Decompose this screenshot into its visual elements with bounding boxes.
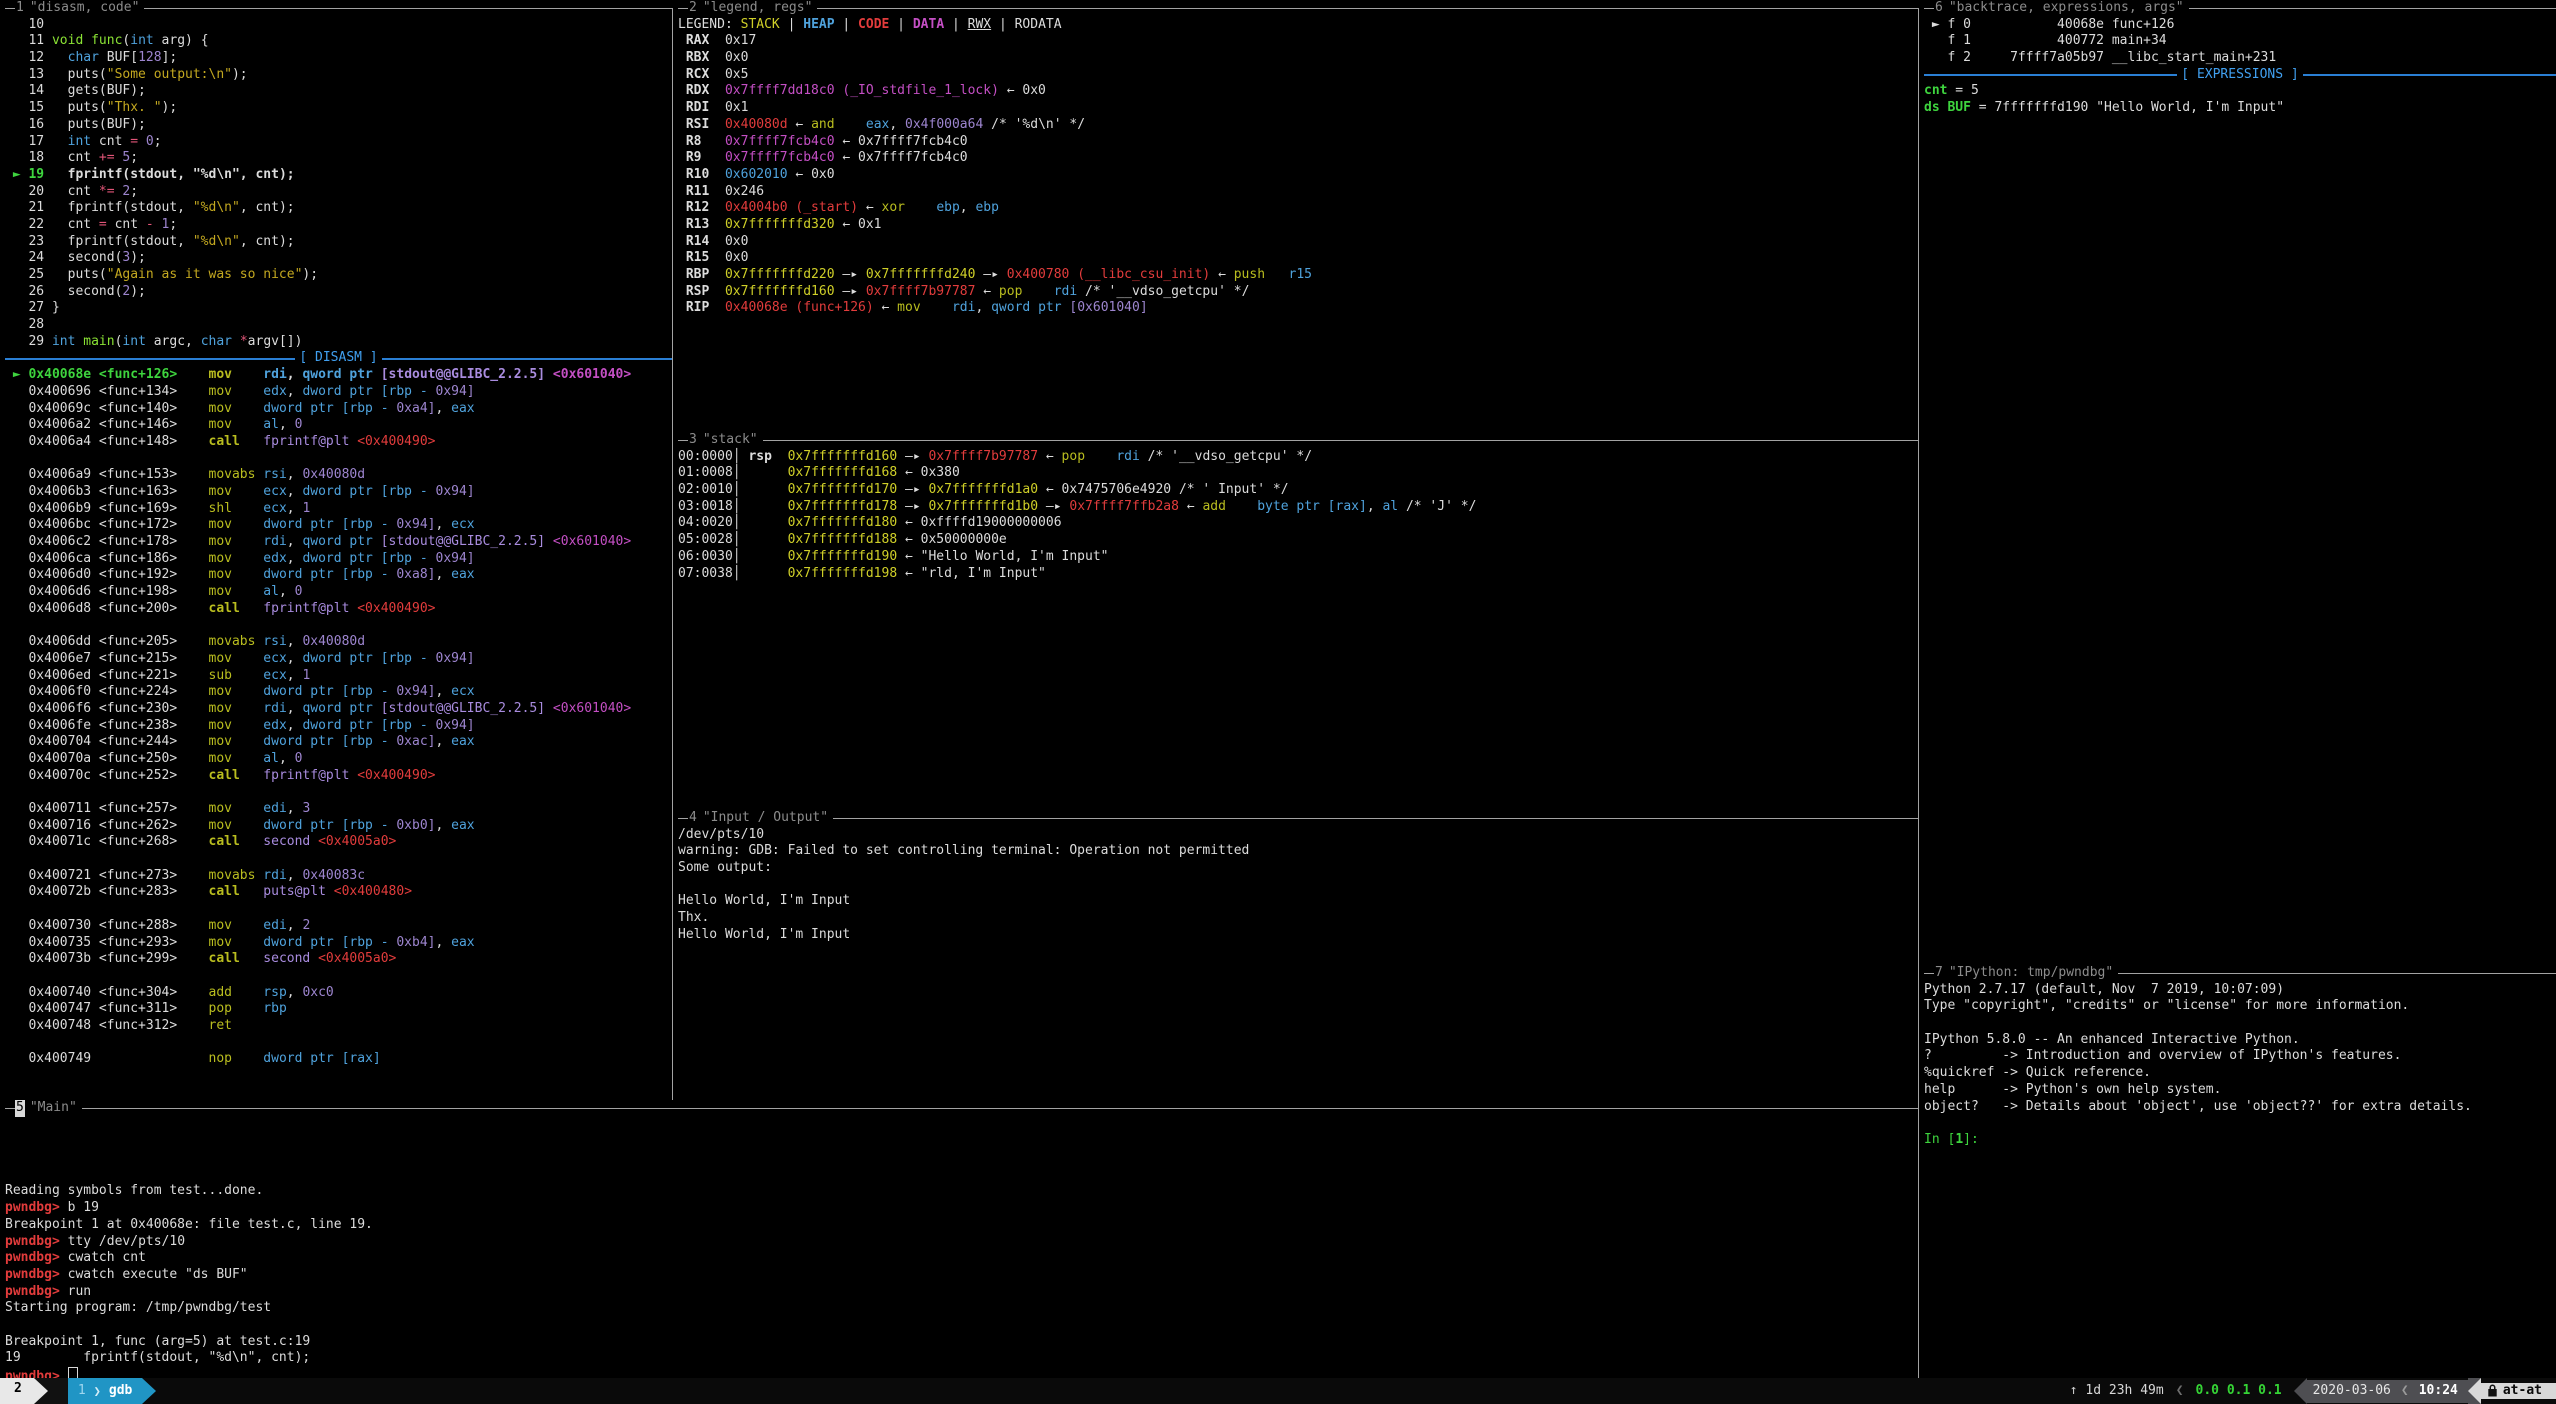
- section-title: [ EXPRESSIONS ]: [2177, 67, 2302, 84]
- section-line: [382, 358, 672, 360]
- disasm-section-header: [ DISASM ]: [5, 350, 672, 367]
- window-tab[interactable]: 1❯gdb: [68, 1378, 143, 1404]
- window-name[interactable]: gdb: [109, 1383, 138, 1400]
- pane-title: "legend, regs": [698, 0, 818, 17]
- pane-divider-vertical[interactable]: [1918, 8, 1919, 1378]
- backtrace-frames: ► f 0 40068e func+126 f 1 400772 main+34…: [1924, 17, 2556, 67]
- section-line: [5, 358, 295, 360]
- border-line: [5, 1108, 15, 1109]
- disassembly-listing: ► 0x40068e <func+126> mov rdi, qword ptr…: [5, 367, 672, 1068]
- pane-border: 6"backtrace, expressions, args": [1924, 0, 2556, 17]
- chevron-left-icon: ❮: [2401, 1380, 2419, 1403]
- pane-number: 3: [688, 432, 698, 449]
- session-badge[interactable]: 2: [0, 1378, 34, 1404]
- date: 2020-03-06: [2307, 1380, 2401, 1403]
- powerline-arrow-icon: [2294, 1378, 2307, 1404]
- pane-number: 7: [1934, 965, 1944, 982]
- powerline-arrow-icon: [34, 1378, 62, 1404]
- pane-registers[interactable]: 2"legend, regs" LEGEND: STACK | HEAP | C…: [673, 0, 1918, 432]
- pane-number: 1: [15, 0, 25, 17]
- pane-disasm-code[interactable]: 1"disasm, code" 10 11 void func(int arg)…: [0, 0, 672, 1100]
- source-code-listing: 10 11 void func(int arg) { 12 char BUF[1…: [5, 17, 672, 351]
- pane-title: "Input / Output": [698, 810, 833, 827]
- border-line: [144, 8, 672, 9]
- load-average: 0.0 0.1 0.1: [2196, 1383, 2294, 1400]
- pane-number: 4: [688, 810, 698, 827]
- chevron-right-icon: ❯: [94, 1383, 109, 1400]
- expressions-section-header: [ EXPRESSIONS ]: [1924, 67, 2556, 84]
- pane-ipython[interactable]: 7"IPython: tmp/pwndbg" Python 2.7.17 (de…: [1919, 965, 2556, 1378]
- pane-stack[interactable]: 3"stack" 00:0000│ rsp 0x7fffffffd160 —▸ …: [673, 432, 1918, 810]
- section-line: [2303, 74, 2556, 76]
- border-line: [82, 1108, 1918, 1109]
- status-left: 2 1❯gdb: [0, 1378, 170, 1404]
- gdb-console[interactable]: Reading symbols from test...done.pwndbg>…: [5, 1117, 1918, 1378]
- pane-title: "Main": [25, 1100, 82, 1117]
- pane-border: 2"legend, regs": [678, 0, 1918, 17]
- pane-border: 5"Main": [5, 1100, 1918, 1117]
- chevron-left-icon: ❮: [2176, 1383, 2196, 1400]
- border-line: [833, 818, 1918, 819]
- tmux-status-bar: 2 1❯gdb ↑ 1d 23h 49m ❮ 0.0 0.1 0.1 2020-…: [0, 1378, 2556, 1404]
- border-line: [5, 8, 15, 9]
- powerline-arrow-icon: [142, 1378, 170, 1404]
- pane-number: 2: [688, 0, 698, 17]
- border-line: [2118, 973, 2556, 974]
- pane-title: "backtrace, expressions, args": [1944, 0, 2189, 17]
- pane-border: 3"stack": [678, 432, 1918, 449]
- border-line: [678, 8, 688, 9]
- clock: 10:24: [2419, 1380, 2468, 1403]
- hostname-badge: at-at: [2481, 1383, 2556, 1400]
- lock-icon: [2487, 1384, 2498, 1397]
- ipython-console[interactable]: Python 2.7.17 (default, Nov 7 2019, 10:0…: [1924, 982, 2556, 1149]
- border-line: [763, 440, 1918, 441]
- stack-listing: 00:0000│ rsp 0x7fffffffd160 —▸ 0x7ffff7b…: [678, 449, 1918, 583]
- uptime-arrow-icon: ↑: [2070, 1383, 2086, 1400]
- status-right: ↑ 1d 23h 49m ❮ 0.0 0.1 0.1 2020-03-06 ❮ …: [2070, 1378, 2556, 1404]
- pane-backtrace[interactable]: 6"backtrace, expressions, args" ► f 0 40…: [1919, 0, 2556, 965]
- pane-number: 6: [1934, 0, 1944, 17]
- pane-title: "disasm, code": [25, 0, 145, 17]
- border-line: [1924, 8, 1934, 9]
- watch-expressions: cnt = 5ds BUF = 7fffffffd190 "Hello Worl…: [1924, 83, 2556, 116]
- pane-border: 1"disasm, code": [5, 0, 672, 17]
- pane-title: "IPython: tmp/pwndbg": [1944, 965, 2118, 982]
- uptime: 1d 23h 49m: [2085, 1383, 2175, 1400]
- border-line: [2189, 8, 2556, 9]
- pane-divider-vertical[interactable]: [672, 8, 673, 1100]
- pane-title: "stack": [698, 432, 763, 449]
- section-title: [ DISASM ]: [295, 350, 381, 367]
- powerline-arrow-icon: [2468, 1378, 2481, 1404]
- border-line: [817, 8, 1918, 9]
- pane-border: 7"IPython: tmp/pwndbg": [1924, 965, 2556, 982]
- pane-border: 4"Input / Output": [678, 810, 1918, 827]
- pane-io[interactable]: 4"Input / Output" /dev/pts/10warning: GD…: [673, 810, 1918, 1100]
- border-line: [1924, 973, 1934, 974]
- window-index[interactable]: 1: [78, 1383, 94, 1400]
- program-output: /dev/pts/10warning: GDB: Failed to set c…: [678, 827, 1918, 944]
- hostname: at-at: [2503, 1383, 2542, 1400]
- border-line: [678, 440, 688, 441]
- registers-listing: LEGEND: STACK | HEAP | CODE | DATA | RWX…: [678, 17, 1918, 317]
- pane-gdb-main[interactable]: 5"Main" Reading symbols from test...done…: [0, 1100, 1918, 1378]
- border-line: [678, 818, 688, 819]
- pane-number-active: 5: [15, 1100, 25, 1117]
- section-line: [1924, 74, 2177, 76]
